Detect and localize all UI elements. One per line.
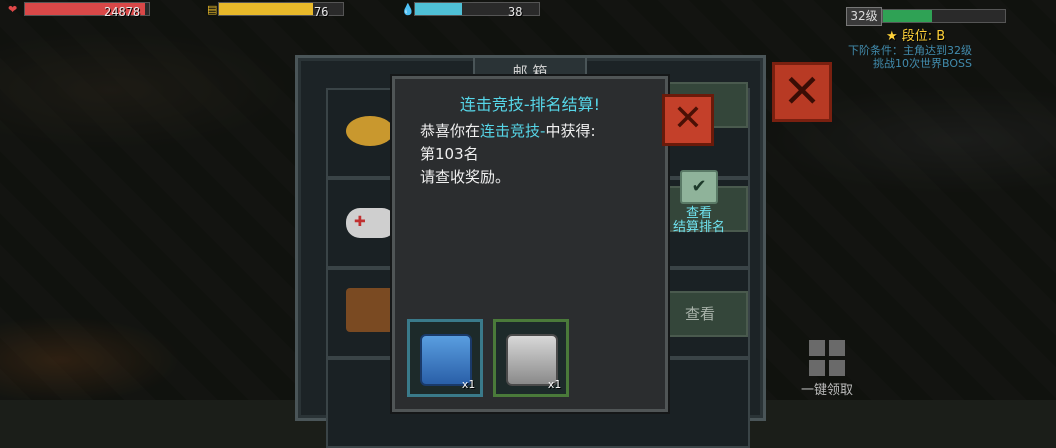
energy-value: 76 (314, 5, 329, 19)
heart-icon: ❤ (8, 3, 18, 16)
msg-rank: 第103名 (420, 145, 479, 163)
close-mailbox-button[interactable]: ✕ (772, 62, 832, 122)
battery-icon: ▤ (207, 3, 218, 16)
health-value: 24878 (104, 5, 141, 19)
mail-detail-dialog: 连击竞技-排名结算! 恭喜你在连击竞技-中获得: 第103名 请查收奖励。 x1… (392, 76, 668, 412)
reward-slot-gray-crate[interactable]: x1 (493, 319, 569, 397)
medkit-icon: ✚ (346, 208, 396, 238)
water-value: 38 (508, 5, 523, 19)
energy-bar-fill (219, 3, 314, 15)
close-icon: ✕ (672, 98, 704, 139)
dialog-title: 连击竞技-排名结算! (459, 95, 601, 114)
view-ranking-button[interactable]: ✔ 查看 结算排名 (666, 170, 732, 235)
exp-bar (882, 9, 1006, 23)
calendar-check-icon: ✔ (680, 170, 718, 204)
gold-coin-icon (346, 116, 394, 146)
msg-suffix: 中获得: (545, 122, 596, 140)
msg-prefix: 恭喜你在 (420, 122, 481, 140)
reward-count: x1 (547, 378, 561, 391)
reward-slot-blue-crate[interactable]: x1 (407, 319, 483, 397)
dialog-message: 恭喜你在连击竞技-中获得: 第103名 请查收奖励。 (420, 120, 596, 189)
msg-event-name: 连击竞技- (480, 122, 546, 140)
claim-all-label: 一键领取 (800, 383, 853, 398)
water-drop-icon: 💧 (401, 3, 415, 16)
grid-icon (809, 340, 845, 376)
exp-bar-fill (883, 10, 932, 22)
msg-instruction: 请查收奖励。 (420, 168, 511, 186)
wood-logs-icon (346, 288, 396, 332)
claim-all-button[interactable]: 一键领取 (796, 340, 858, 398)
view-ranking-line2: 结算排名 (672, 220, 725, 235)
close-icon: ✕ (782, 64, 822, 118)
water-bar-fill (415, 3, 463, 15)
reward-count: x1 (461, 378, 475, 391)
close-dialog-button[interactable]: ✕ (662, 94, 714, 146)
quest-line-2: 挑战10次世界BOSS (873, 57, 972, 70)
player-level-badge: 32级 (846, 7, 882, 26)
view-ranking-line1: 查看 (685, 206, 712, 221)
